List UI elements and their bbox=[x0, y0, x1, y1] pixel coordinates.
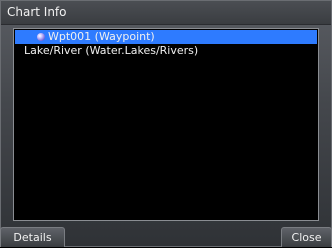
waypoint-icon bbox=[37, 33, 45, 41]
dialog-title: Chart Info bbox=[7, 5, 67, 19]
chart-info-dialog: Chart Info Wpt001 (Waypoint) Lake/River … bbox=[0, 0, 332, 247]
list-item-waypoint[interactable]: Wpt001 (Waypoint) bbox=[15, 30, 317, 44]
list-item-label: Lake/River (Water.Lakes/Rivers) bbox=[24, 44, 199, 57]
list-item-lake-river[interactable]: Lake/River (Water.Lakes/Rivers) bbox=[15, 44, 317, 58]
list-item-label: Wpt001 (Waypoint) bbox=[48, 30, 155, 43]
details-button[interactable]: Details bbox=[0, 227, 65, 247]
title-bar: Chart Info bbox=[1, 1, 331, 25]
close-button[interactable]: Close bbox=[281, 227, 332, 247]
chart-info-list[interactable]: Wpt001 (Waypoint) Lake/River (Water.Lake… bbox=[13, 28, 319, 221]
